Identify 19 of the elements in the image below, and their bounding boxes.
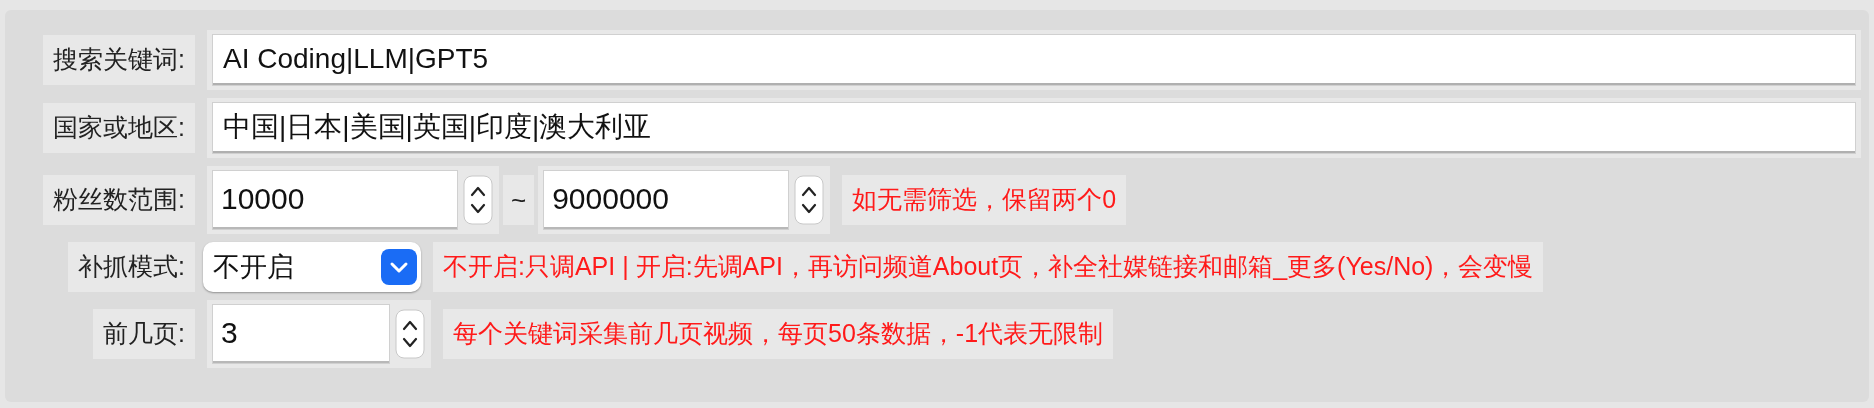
chevron-down-icon (381, 249, 417, 285)
text-field[interactable]: 中国|日本|美国|英国|印度|澳大利亚 (213, 103, 1855, 153)
field-label: 粉丝数范围: (43, 175, 195, 225)
mode-dropdown[interactable]: 不开启 (203, 242, 421, 292)
number-field[interactable]: 3 (213, 305, 389, 363)
hint-text: 不开启:只调API | 开启:先调API，再访问频道About页，补全社媒链接和邮箱_更多(Yes/No)，会变慢 (433, 242, 1544, 292)
field-label: 前几页: (93, 309, 195, 359)
text-field[interactable]: AI Coding|LLM|GPT5 (213, 35, 1855, 85)
number-field[interactable]: 9000000 (544, 171, 789, 229)
hint-text: 如无需筛选，保留两个0 (842, 175, 1127, 225)
number-field[interactable]: 10000 (213, 171, 457, 229)
separator-text: ~ (503, 175, 535, 225)
field-label: 国家或地区: (43, 103, 195, 153)
stepper-icon[interactable] (395, 309, 425, 359)
hint-text: 每个关键词采集前几页视频，每页50条数据，-1代表无限制 (443, 309, 1114, 359)
field-label: 补抓模式: (68, 242, 195, 292)
stepper-icon[interactable] (463, 175, 493, 225)
field-label: 搜索关键词: (43, 35, 195, 85)
stepper-icon[interactable] (794, 175, 825, 225)
